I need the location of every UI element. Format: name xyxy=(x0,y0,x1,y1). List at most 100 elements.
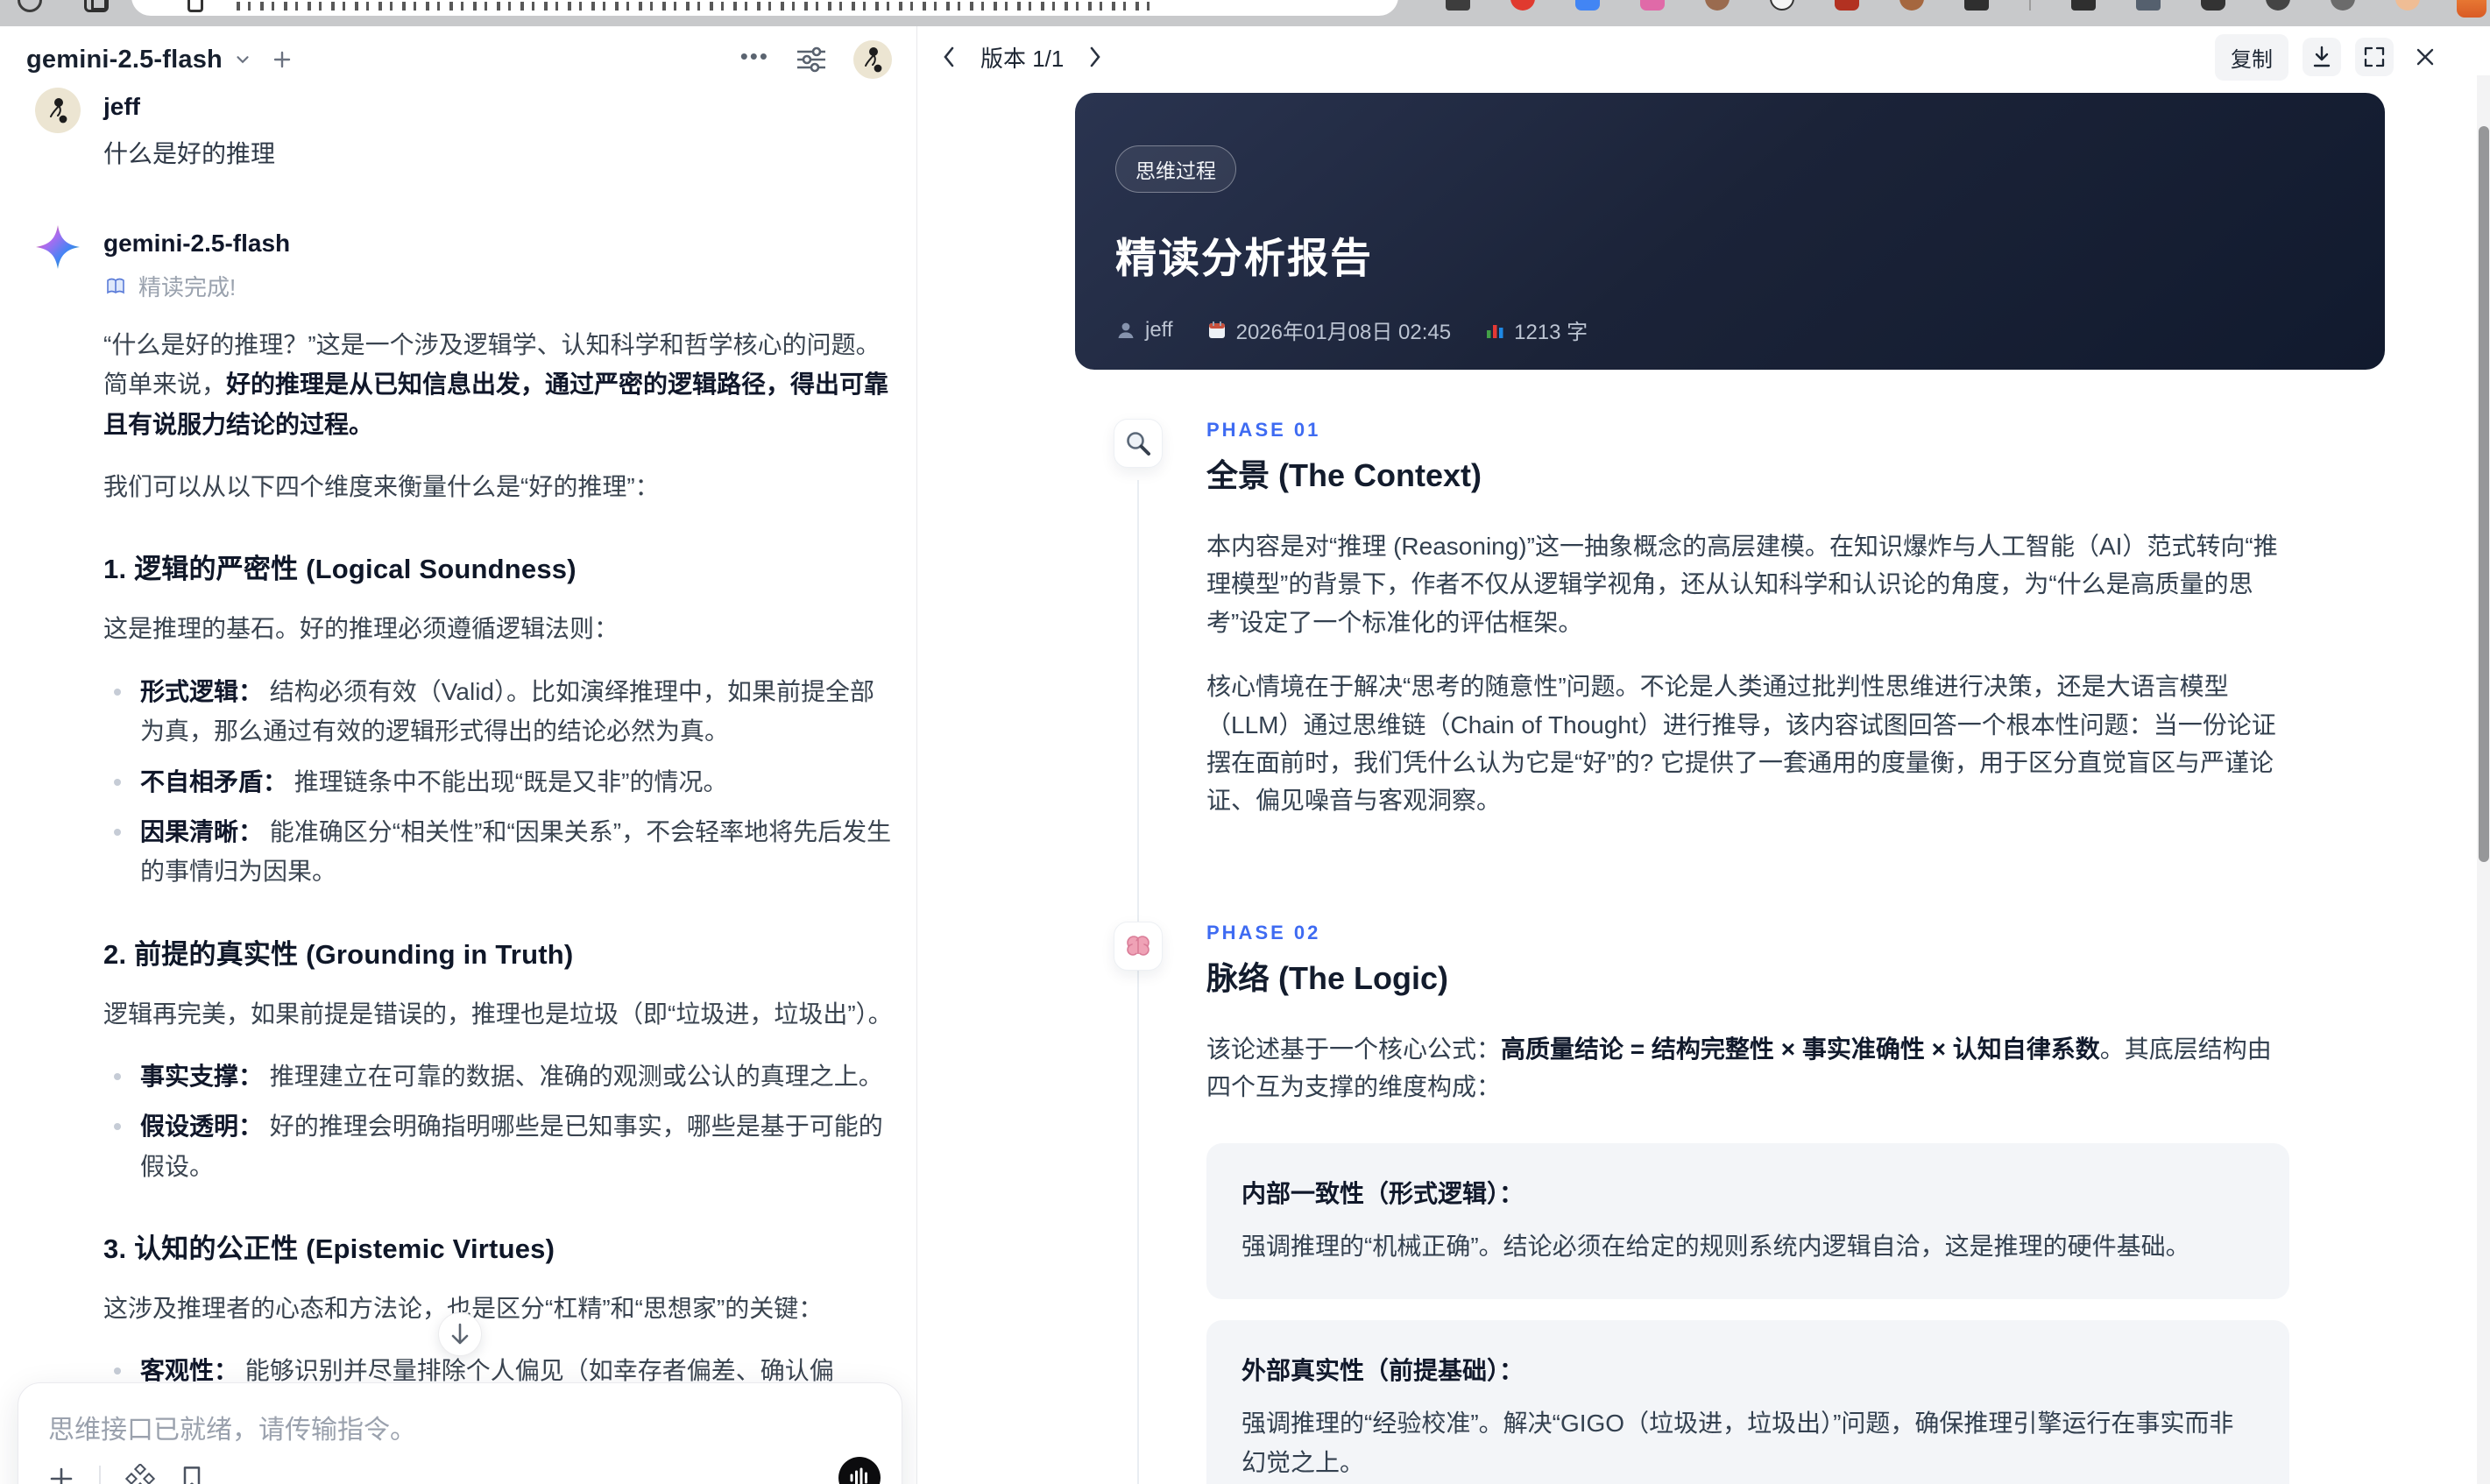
bar-chart-icon xyxy=(1487,324,1503,338)
url-text-fragment xyxy=(237,2,1157,11)
model-name: gemini-2.5-flash xyxy=(26,45,223,74)
status-text: 精读完成! xyxy=(138,274,237,300)
report-hero-card: 思维过程 精读分析报告 jeff 2026年01月08日 02:45 1213 … xyxy=(1075,93,2385,370)
extension-icon[interactable] xyxy=(1899,0,1924,11)
section-heading-3: 3. 认知的公正性 (Epistemic Virtues) xyxy=(103,1233,555,1265)
lead-paragraph: 我们可以从以下四个维度来衡量什么是“好的推理”： xyxy=(103,473,660,501)
extension-icon[interactable] xyxy=(1770,0,1794,11)
meta-date: 2026年01月08日 02:45 xyxy=(1206,314,1451,345)
tab-grid-icon[interactable] xyxy=(84,0,109,12)
section-intro-2: 逻辑再完美，如果前提是错误的，推理也是垃圾（即“垃圾进，垃圾出”）。 xyxy=(103,1000,893,1028)
extension-icon[interactable] xyxy=(2331,0,2355,11)
version-label: 版本 1/1 xyxy=(980,45,1065,72)
site-icon xyxy=(187,0,203,12)
fullscreen-button[interactable] xyxy=(2355,38,2394,76)
extension-row xyxy=(1446,0,2420,11)
chat-header: gemini-2.5-flash ••• xyxy=(0,26,916,81)
phase-label: PHASE 02 xyxy=(1206,921,1321,943)
screen: gemini-2.5-flash ••• jeff 什么是好的推理 gemini… xyxy=(0,0,2490,1484)
extension-icon[interactable] xyxy=(1446,0,1470,11)
user-message: jeff 什么是好的推理 xyxy=(35,88,894,170)
copy-button[interactable]: 复制 xyxy=(2215,33,2288,81)
arrow-down-icon xyxy=(451,1323,469,1345)
section-list-1: 形式逻辑： 结构必须有效（Valid）。比如演绎推理中，如果前提全部为真，那么通… xyxy=(103,672,894,892)
report-meta: jeff 2026年01月08日 02:45 1213 字 xyxy=(1115,314,2345,345)
calendar-icon xyxy=(1208,321,1225,338)
more-menu-icon[interactable]: ••• xyxy=(740,45,769,74)
preview-panel: 版本 1/1 复制 思维过程 精读分析报告 jeff 2026年01月08日 0… xyxy=(916,26,2490,1484)
app-window: gemini-2.5-flash ••• jeff 什么是好的推理 gemini… xyxy=(0,26,2490,1484)
phase-paragraph: 本内容是对“推理 (Reasoning)”这一抽象概念的高层建模。在知识爆炸与人… xyxy=(1206,533,2278,636)
composer-placeholder: 思维接口已就绪，请传输指令。 xyxy=(48,1416,416,1445)
address-bar[interactable] xyxy=(131,0,1398,16)
model-selector[interactable]: gemini-2.5-flash xyxy=(26,46,293,74)
gemini-logo-icon xyxy=(35,224,81,270)
intro-paragraph: “什么是好的推理？”这是一个涉及逻辑学、认知科学和哲学核心的问题。简单来说，好的… xyxy=(103,331,889,438)
reload-icon[interactable] xyxy=(18,0,42,12)
logic-card-title: 外部真实性（前提基础）： xyxy=(1241,1357,1524,1385)
meta-word-count: 1213 字 xyxy=(1484,314,1588,345)
logic-card-list: 内部一致性（形式逻辑）： 强调推理的“机械正确”。结论必须在给定的规则系统内逻辑… xyxy=(1206,1142,2289,1484)
download-icon xyxy=(2313,46,2331,67)
close-icon xyxy=(2416,48,2434,66)
extension-icon[interactable] xyxy=(1705,0,1730,11)
report-badge: 思维过程 xyxy=(1115,145,1236,193)
new-chat-plus-icon[interactable] xyxy=(272,49,293,70)
extension-icon[interactable] xyxy=(1835,0,1859,11)
composer-input[interactable]: 思维接口已就绪，请传输指令。 xyxy=(18,1382,902,1484)
extension-icon[interactable] xyxy=(2071,0,2096,11)
extension-icon[interactable] xyxy=(2201,0,2225,11)
browser-corner-icon[interactable] xyxy=(2457,0,2486,18)
list-item: 假设透明： 好的推理会明确指明哪些是已知事实，哪些是基于可能的假设。 xyxy=(103,1106,894,1186)
browser-toolbar xyxy=(0,0,2490,26)
attach-plus-icon[interactable] xyxy=(48,1466,74,1484)
extension-icon[interactable] xyxy=(2266,0,2290,11)
extension-icon[interactable] xyxy=(2136,0,2161,11)
phase-lead: 该论述基于一个核心公式：高质量结论 = 结构完整性 × 事实准确性 × 认知自律… xyxy=(1206,1035,2272,1101)
extension-icon[interactable] xyxy=(1575,0,1600,11)
report-title: 精读分析报告 xyxy=(1115,235,1373,281)
logic-card-text: 强调推理的“机械正确”。结论必须在给定的规则系统内逻辑自洽，这是推理的硬件基础。 xyxy=(1241,1232,2190,1260)
preview-scrollbar[interactable] xyxy=(2477,75,2490,1484)
close-button[interactable] xyxy=(2408,39,2443,74)
section-intro-3: 这涉及推理者的心态和方法论，也是区分“杠精”和“思想家”的关键： xyxy=(103,1295,824,1323)
brain-icon xyxy=(1114,921,1163,971)
version-prev-button[interactable] xyxy=(931,39,966,74)
section-list-2: 事实支撑： 推理建立在可靠的数据、准确的观测或公认的真理之上。 假设透明： 好的… xyxy=(103,1056,894,1186)
bookmark-icon[interactable] xyxy=(180,1465,204,1484)
phase-paragraph: 核心情境在于解决“思考的随意性”问题。不论是人类通过批判性思维进行决策，还是大语… xyxy=(1206,673,2276,815)
assistant-status: 精读完成! xyxy=(103,270,290,302)
user-avatar[interactable] xyxy=(853,40,892,79)
scrollbar-thumb[interactable] xyxy=(2479,126,2489,862)
search-icon xyxy=(1114,419,1163,468)
download-button[interactable] xyxy=(2303,38,2341,76)
skills-diamond-icon[interactable] xyxy=(125,1464,155,1484)
extension-icon[interactable] xyxy=(1964,0,1989,11)
assistant-markdown: “什么是好的推理？”这是一个涉及逻辑学、认知科学和哲学核心的问题。简单来说，好的… xyxy=(103,325,894,1484)
report-document: 思维过程 精读分析报告 jeff 2026年01月08日 02:45 1213 … xyxy=(917,75,2490,1484)
list-item: 不自相矛盾： 推理链条中不能出现“既是又非”的情况。 xyxy=(103,762,894,802)
assistant-message: gemini-2.5-flash 精读完成! “什么是好的推理？”这是一个涉及逻… xyxy=(35,224,894,1484)
user-message-text: 什么是好的推理 xyxy=(103,140,276,167)
scroll-to-bottom-button[interactable] xyxy=(438,1312,482,1356)
extension-icon[interactable] xyxy=(1510,0,1535,11)
section-heading-1: 1. 逻辑的严密性 (Logical Soundness) xyxy=(103,554,577,585)
voice-input-button[interactable] xyxy=(838,1457,881,1484)
jeff-avatar xyxy=(35,88,81,133)
profile-avatar-icon[interactable] xyxy=(2395,0,2420,11)
extension-icon[interactable] xyxy=(1640,0,1665,11)
tune-settings-icon[interactable] xyxy=(796,46,827,73)
chevron-down-icon xyxy=(233,50,252,69)
assistant-name: gemini-2.5-flash xyxy=(103,230,291,257)
list-item: 形式逻辑： 结构必须有效（Valid）。比如演绎推理中，如果前提全部为真，那么通… xyxy=(103,672,894,752)
person-icon xyxy=(1118,322,1134,338)
composer-toolbar xyxy=(48,1464,204,1484)
list-item: 事实支撑： 推理建立在可靠的数据、准确的观测或公认的真理之上。 xyxy=(103,1056,894,1096)
logic-card: 外部真实性（前提基础）： 强调推理的“经验校准”。解决“GIGO（垃圾进，垃圾出… xyxy=(1206,1320,2289,1484)
phase-title: 脉络 (The Logic) xyxy=(1206,959,1448,996)
book-icon xyxy=(103,276,128,297)
phase-2: PHASE 02 脉络 (The Logic) 该论述基于一个核心公式：高质量结… xyxy=(1114,921,2385,1484)
version-next-button[interactable] xyxy=(1078,39,1113,74)
section-heading-2: 2. 前提的真实性 (Grounding in Truth) xyxy=(103,938,574,970)
logic-card: 内部一致性（形式逻辑）： 强调推理的“机械正确”。结论必须在给定的规则系统内逻辑… xyxy=(1206,1142,2289,1300)
